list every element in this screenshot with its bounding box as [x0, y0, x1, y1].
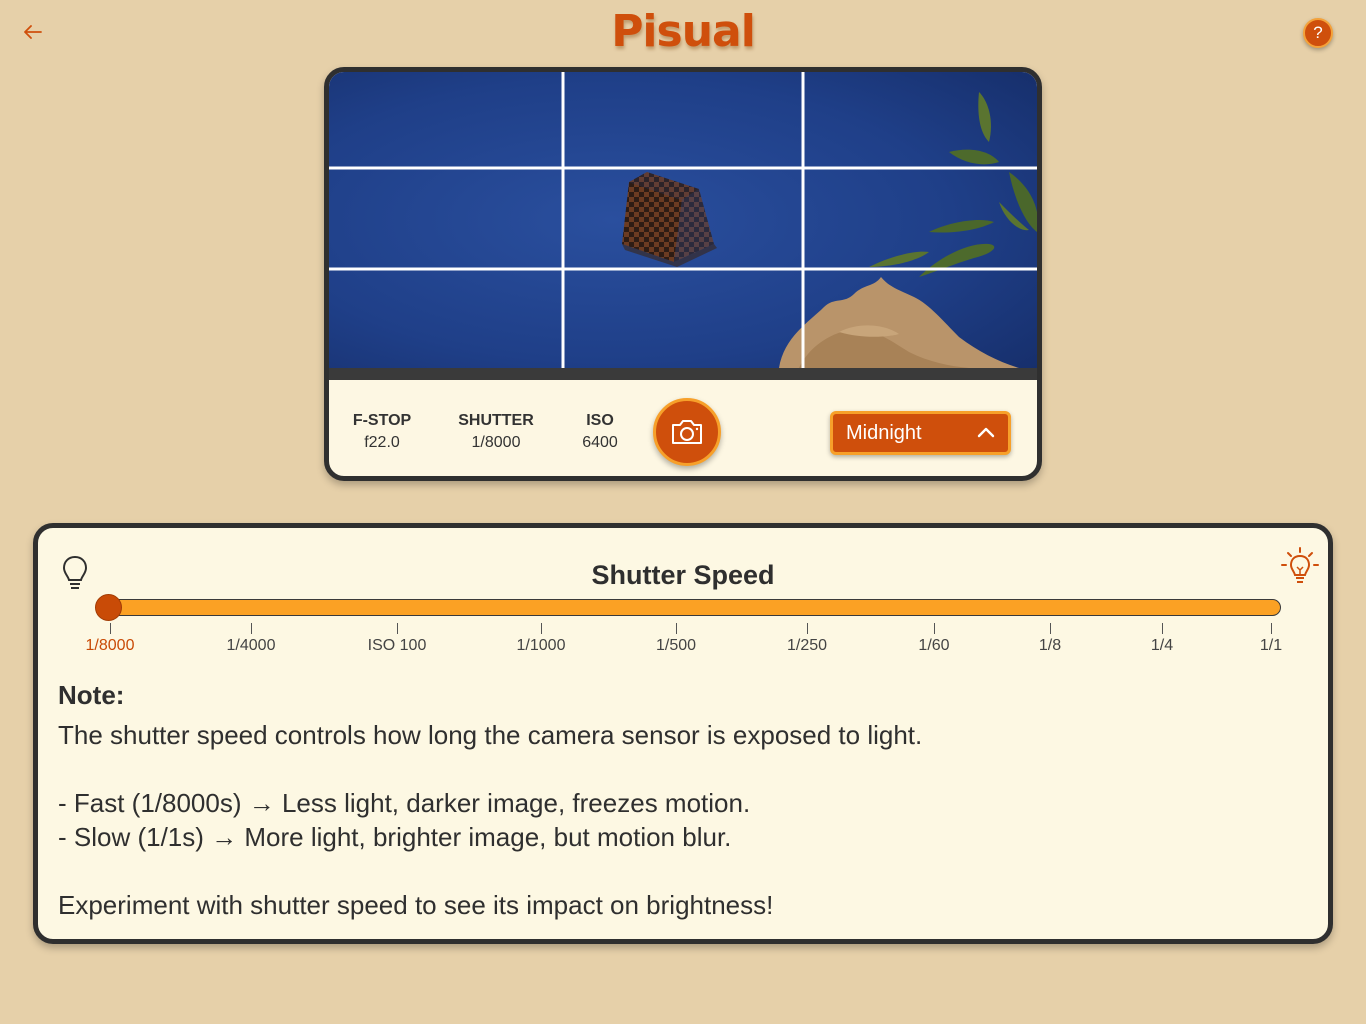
viewport-divider — [329, 368, 1037, 380]
note-line: The shutter speed controls how long the … — [58, 720, 923, 750]
fstop-readout: F-STOP f22.0 — [351, 410, 413, 454]
slider-tick-label[interactable]: 1/250 — [787, 637, 827, 655]
control-panel: Shutter Speed 1/8000 1/4000 ISO 100 1/1000 1… — [33, 523, 1333, 944]
slider-tick-label[interactable]: 1/60 — [918, 637, 949, 655]
note-line: Experiment with shutter speed to see its… — [58, 890, 774, 920]
slider-tick-label[interactable]: 1/500 — [656, 637, 696, 655]
slider-tick-label[interactable]: 1/8000 — [86, 637, 135, 655]
shutter-value: 1/8000 — [471, 434, 521, 451]
shutter-speed-slider-thumb[interactable] — [95, 594, 122, 621]
slider-tick-mark — [676, 623, 677, 634]
capture-button[interactable] — [653, 398, 721, 466]
camera-settings-bar: F-STOP f22.0 SHUTTER 1/8000 ISO 6400 Mid… — [329, 380, 1037, 476]
iso-value: 6400 — [582, 434, 618, 451]
chevron-up-icon — [977, 427, 995, 438]
note-body: The shutter speed controls how long the … — [58, 718, 1298, 922]
note-title: Note: — [58, 680, 125, 710]
slider-tick-mark — [110, 623, 111, 634]
note-line — [58, 854, 1298, 888]
slider-tick-mark — [807, 623, 808, 634]
slider-tick-mark — [397, 623, 398, 634]
fstop-value: f22.0 — [364, 434, 400, 451]
slider-tick-label[interactable]: 1/1 — [1260, 637, 1282, 655]
note-line: - Slow (1/1s) → More light, brighter ima… — [58, 822, 732, 852]
scene-render — [329, 72, 1037, 368]
slider-tick-mark — [541, 623, 542, 634]
camera-icon — [672, 420, 702, 444]
preset-selected-value: Midnight — [846, 421, 922, 444]
iso-label: ISO — [586, 412, 614, 429]
shutter-speed-slider-track[interactable] — [108, 599, 1281, 616]
camera-viewport — [329, 72, 1037, 368]
slider-tick-label[interactable]: ISO 100 — [368, 637, 427, 655]
slider-tick-mark — [251, 623, 252, 634]
help-button[interactable]: ? — [1303, 18, 1333, 48]
note-line: - Fast (1/8000s) → Less light, darker im… — [58, 788, 751, 818]
shutter-readout: SHUTTER 1/8000 — [456, 410, 536, 454]
slider-tick-label[interactable]: 1/4000 — [227, 637, 276, 655]
slider-tick-label[interactable]: 1/1000 — [517, 637, 566, 655]
camera-panel: F-STOP f22.0 SHUTTER 1/8000 ISO 6400 Mid… — [324, 67, 1042, 481]
iso-readout: ISO 6400 — [575, 410, 625, 454]
note-line — [58, 752, 1298, 786]
slider-tick-mark — [1271, 623, 1272, 634]
slider-tick-label[interactable]: 1/8 — [1039, 637, 1061, 655]
app-title: Pisual — [611, 6, 756, 57]
slider-tick-mark — [1050, 623, 1051, 634]
slider-tick-mark — [1162, 623, 1163, 634]
shutter-label: SHUTTER — [458, 412, 534, 429]
lighting-preset-select[interactable]: Midnight — [830, 411, 1011, 455]
slider-tick-label[interactable]: 1/4 — [1151, 637, 1173, 655]
fstop-label: F-STOP — [352, 412, 412, 429]
slider-title: Shutter Speed — [591, 560, 775, 590]
slider-tick-mark — [934, 623, 935, 634]
